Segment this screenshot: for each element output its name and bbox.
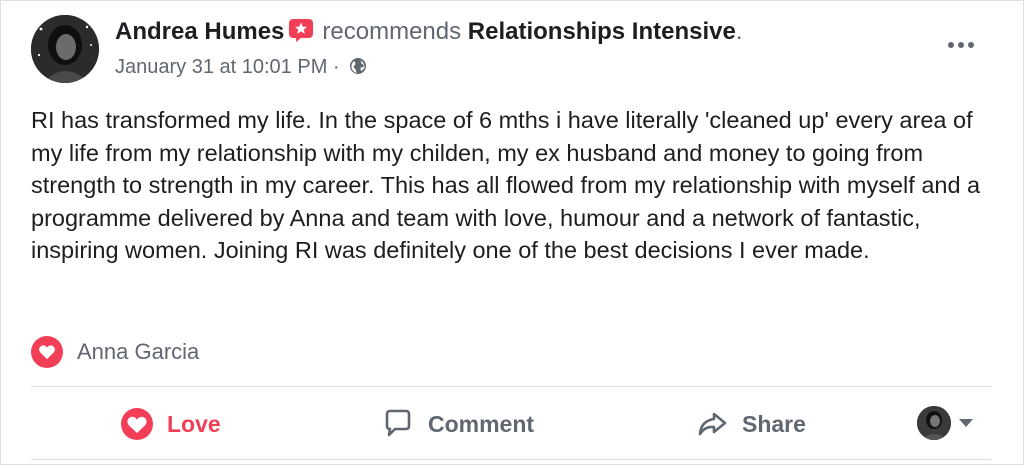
recommendation-star-icon [288,18,314,42]
recommends-verb: recommends [322,18,462,45]
post-body: RI has transformed my life. In the space… [31,107,981,263]
comment-label: Comment [428,410,535,437]
page-link[interactable]: Relationships Intensive [468,18,736,45]
author-name[interactable]: Andrea Humes [115,18,284,45]
chevron-down-icon [959,419,973,427]
love-button[interactable]: Love [121,401,221,447]
post-card: Andrea Humes recommends Relationships In… [0,0,1024,465]
comment-icon [385,409,411,437]
post-header: Andrea Humes recommends Relationships In… [115,17,743,47]
more-dot [968,42,974,48]
post-meta: January 31 at 10:01 PM · [115,54,367,80]
author-avatar[interactable] [31,15,99,83]
reactions-summary[interactable]: Anna Garcia [31,335,199,369]
viewer-avatar [917,406,951,440]
meta-separator: · [332,56,340,78]
globe-icon[interactable] [349,56,367,74]
love-label: Love [167,410,221,437]
post-timestamp[interactable]: January 31 at 10:01 PM [115,56,327,78]
share-label: Share [742,410,806,437]
divider-bottom [31,459,991,460]
more-dot [958,42,964,48]
love-reaction-icon [31,336,63,368]
comment-button[interactable]: Comment [382,401,534,447]
more-dot [948,42,954,48]
page-voice-selector[interactable] [917,405,973,441]
divider-top [31,386,991,387]
more-options-icon[interactable] [941,35,981,55]
reactor-names[interactable]: Anna Garcia [77,339,199,365]
author-avatar-image [31,15,99,83]
love-icon [121,408,153,440]
share-button[interactable]: Share [696,401,806,447]
share-icon [698,412,727,436]
page-suffix: . [735,18,743,45]
